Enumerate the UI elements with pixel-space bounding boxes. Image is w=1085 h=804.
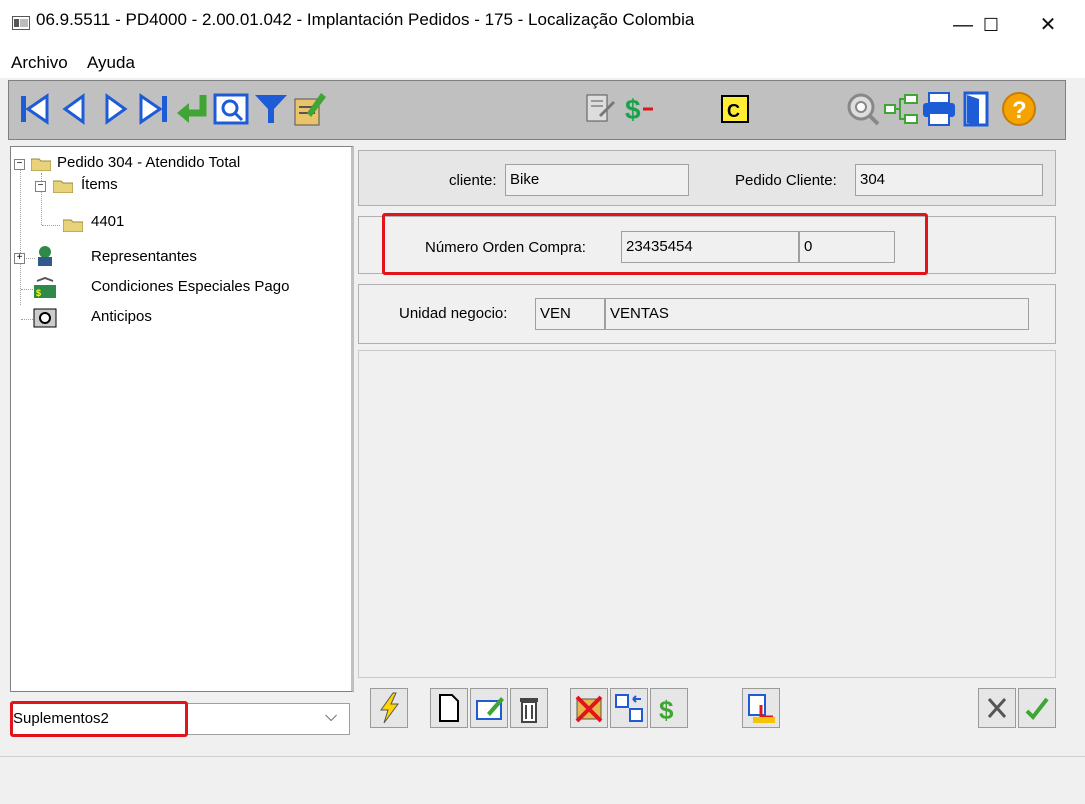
cancel-item-button[interactable] bbox=[570, 688, 608, 728]
svg-text:?: ? bbox=[1012, 97, 1027, 124]
anticipos-icon bbox=[33, 308, 57, 328]
tree-root-label[interactable]: Pedido 304 - Atendido Total bbox=[57, 154, 240, 171]
cliente-label: cliente: bbox=[449, 172, 497, 189]
execute-icon bbox=[380, 692, 399, 724]
edit-document-icon[interactable] bbox=[289, 89, 329, 129]
first-record-icon[interactable] bbox=[15, 89, 55, 129]
maximize-button[interactable]: ☐ bbox=[971, 10, 1011, 40]
copy-icon[interactable]: C bbox=[715, 89, 755, 129]
money-button[interactable]: $ bbox=[650, 688, 688, 728]
notes-icon[interactable] bbox=[579, 89, 619, 129]
import-icon bbox=[748, 694, 775, 723]
new-document-icon bbox=[439, 694, 459, 722]
main-content-area bbox=[358, 350, 1056, 678]
pedido-cliente-field[interactable]: 304 bbox=[855, 164, 1043, 196]
main-toolbar: $ C ? bbox=[8, 80, 1066, 140]
unidad-code-field[interactable]: VEN bbox=[535, 298, 605, 330]
cancel-icon bbox=[987, 698, 1007, 718]
unidad-negocio-panel: Unidad negocio: VEN VENTAS bbox=[358, 284, 1056, 344]
pedido-cliente-label: Pedido Cliente: bbox=[735, 172, 837, 189]
edit-icon bbox=[476, 697, 504, 720]
app-icon bbox=[12, 16, 30, 30]
tree-structure-icon[interactable] bbox=[881, 89, 921, 129]
money-icon: $ bbox=[659, 695, 674, 725]
confirm-icon bbox=[1025, 697, 1049, 721]
print-icon[interactable] bbox=[919, 89, 959, 129]
next-record-icon[interactable] bbox=[95, 89, 135, 129]
highlight-orden-compra bbox=[382, 213, 928, 275]
cliente-field[interactable]: Bike bbox=[505, 164, 689, 196]
collapse-items-toggle[interactable]: − bbox=[35, 181, 46, 192]
status-bar bbox=[0, 756, 1085, 804]
collapse-root-toggle[interactable]: − bbox=[14, 159, 25, 170]
currency-icon[interactable]: $ bbox=[617, 89, 657, 129]
window-title: 06.9.5511 - PD4000 - 2.00.01.042 - Impla… bbox=[36, 10, 695, 29]
expand-representantes-toggle[interactable]: + bbox=[14, 253, 25, 264]
cancel-item-icon bbox=[575, 695, 603, 723]
svg-text:$: $ bbox=[36, 288, 41, 298]
menu-archivo[interactable]: Archivo bbox=[11, 53, 68, 73]
tree-condiciones-label[interactable]: Condiciones Especiales Pago bbox=[91, 278, 289, 295]
filter-icon[interactable] bbox=[251, 89, 291, 129]
unidad-negocio-label: Unidad negocio: bbox=[399, 305, 508, 322]
highlight-suplementos bbox=[10, 701, 188, 737]
tree-anticipos-label[interactable]: Anticipos bbox=[91, 308, 152, 325]
delete-button[interactable] bbox=[510, 688, 548, 728]
import-button[interactable] bbox=[742, 688, 780, 728]
svg-text:$: $ bbox=[625, 94, 641, 125]
new-button[interactable] bbox=[430, 688, 468, 728]
folder-icon bbox=[63, 219, 83, 232]
execute-button[interactable] bbox=[370, 688, 408, 728]
previous-record-icon[interactable] bbox=[55, 89, 95, 129]
condiciones-pago-icon: $ bbox=[34, 277, 56, 298]
search-icon[interactable] bbox=[211, 89, 251, 129]
unidad-name-field[interactable]: VENTAS bbox=[605, 298, 1029, 330]
folder-icon bbox=[53, 180, 73, 193]
title-bar: 06.9.5511 - PD4000 - 2.00.01.042 - Impla… bbox=[0, 0, 1085, 50]
svg-text:$: $ bbox=[659, 695, 674, 725]
exit-door-icon[interactable] bbox=[957, 89, 997, 129]
confirm-button[interactable] bbox=[1018, 688, 1056, 728]
header-panel: cliente: Bike Pedido Cliente: 304 bbox=[358, 150, 1056, 206]
menu-ayuda[interactable]: Ayuda bbox=[87, 53, 135, 73]
magnifier-icon[interactable] bbox=[843, 89, 883, 129]
transfer-icon bbox=[615, 694, 643, 722]
svg-text:C: C bbox=[727, 101, 740, 121]
tree-items-label[interactable]: Ítems bbox=[81, 176, 118, 193]
close-button[interactable]: ✕ bbox=[1028, 10, 1068, 40]
tree-representantes-label[interactable]: Representantes bbox=[91, 248, 197, 265]
menu-bar: Archivo Ayuda bbox=[0, 50, 1085, 78]
last-record-icon[interactable] bbox=[133, 89, 173, 129]
folder-icon bbox=[31, 158, 51, 171]
representantes-icon bbox=[38, 246, 52, 266]
help-icon[interactable]: ? bbox=[999, 89, 1039, 129]
transfer-button[interactable] bbox=[610, 688, 648, 728]
tree-item-4401[interactable]: 4401 bbox=[91, 213, 125, 230]
chevron-down-icon[interactable]: ⌵ bbox=[325, 708, 337, 726]
delete-icon bbox=[520, 698, 538, 723]
tree-view: − Pedido 304 - Atendido Total − Ítems 44… bbox=[10, 146, 354, 692]
edit-button[interactable] bbox=[470, 688, 508, 728]
cancel-button[interactable] bbox=[978, 688, 1016, 728]
goto-icon[interactable] bbox=[173, 89, 213, 129]
